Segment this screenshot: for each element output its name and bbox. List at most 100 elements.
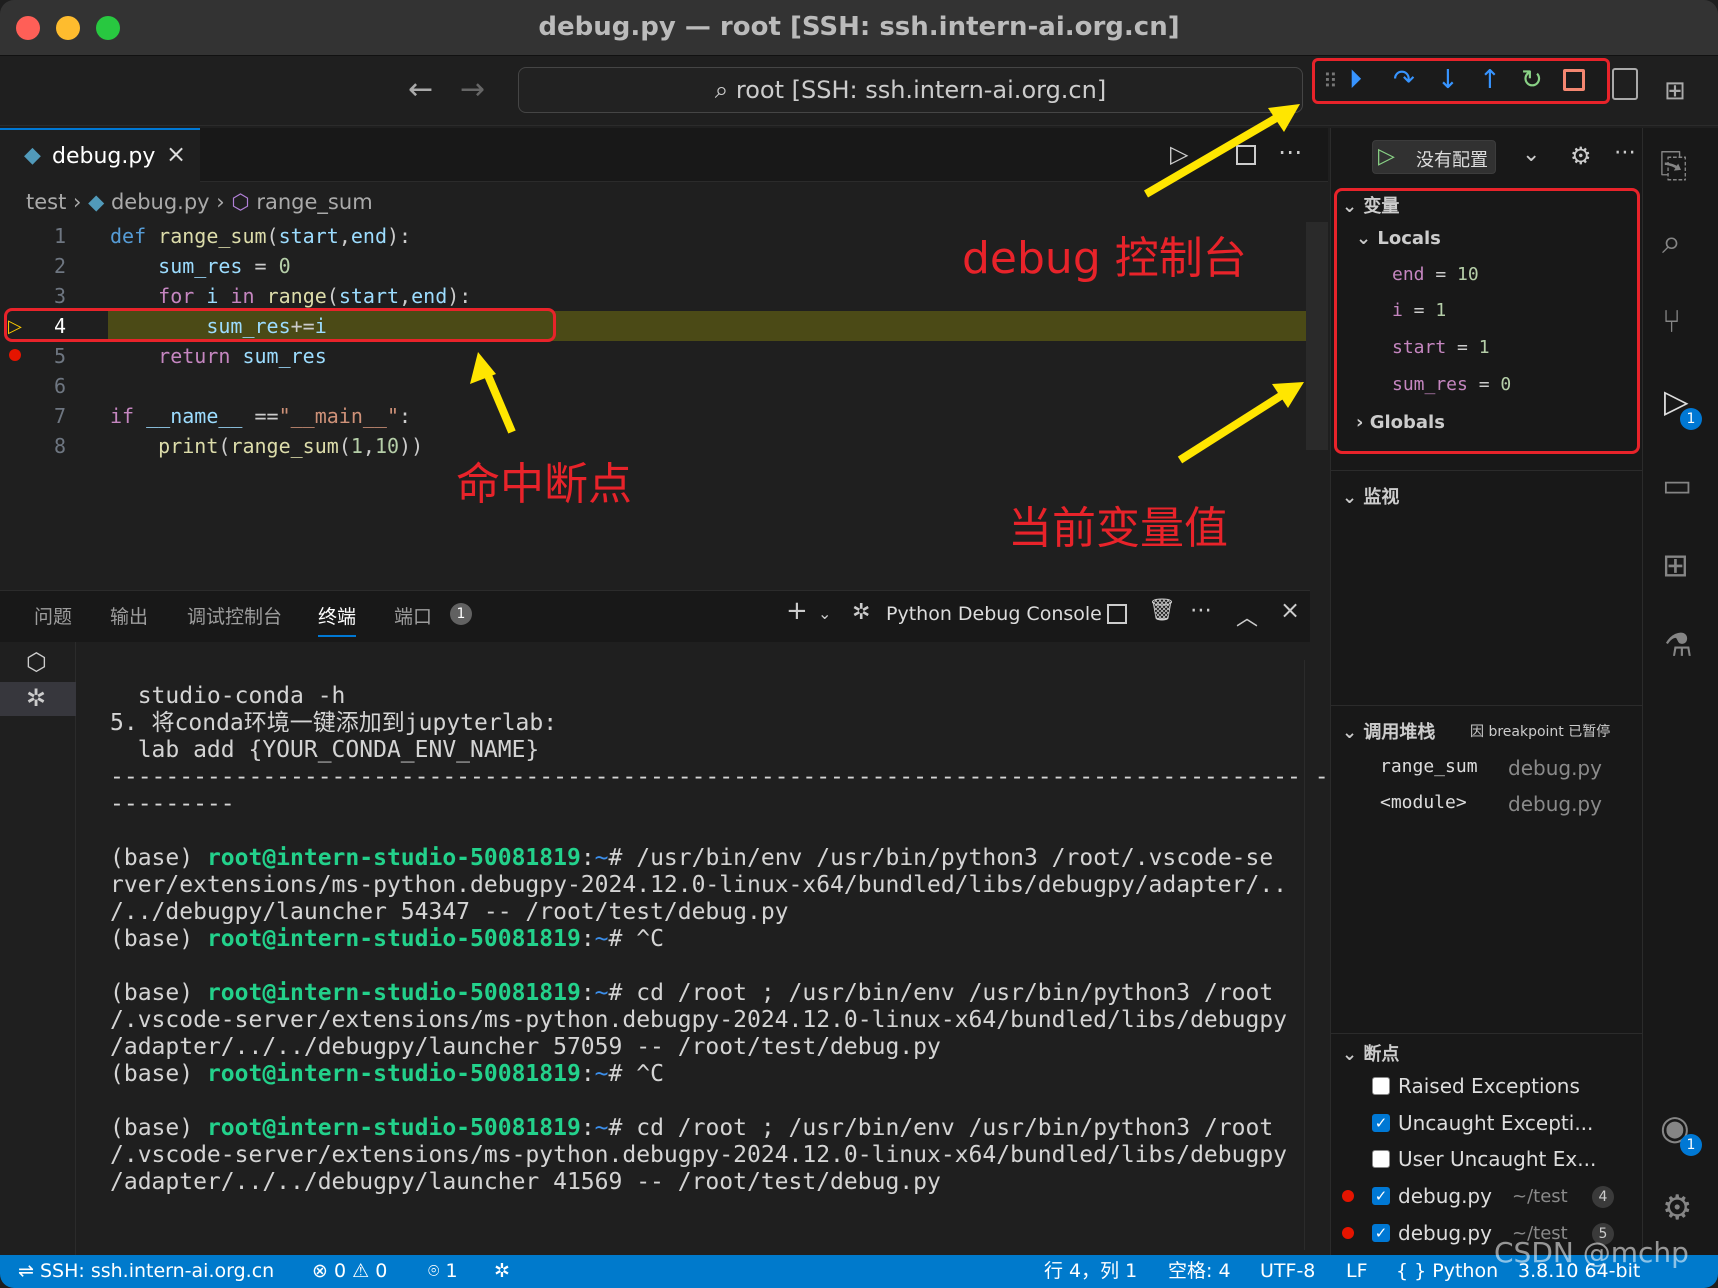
- stack-frame-file: debug.py: [1508, 756, 1602, 780]
- callstack-section-header[interactable]: ⌄ 调用堆栈: [1342, 718, 1435, 744]
- error-icon: ⊗: [312, 1260, 334, 1282]
- breakpoint-file: debug.py: [1398, 1184, 1492, 1208]
- terminal-line: 5. 将conda环境一键添加到jupyterlab:: [110, 710, 558, 736]
- terminal-line: lab add {YOUR_CONDA_ENV_NAME}: [110, 737, 540, 763]
- debug-badge: 1: [1680, 408, 1702, 430]
- chevron-down-icon: ⌄: [1342, 196, 1364, 217]
- run-config-label: 没有配置: [1416, 150, 1488, 171]
- variable-row[interactable]: i = 1: [1392, 300, 1446, 321]
- problems-indicator[interactable]: ⊗ 0 ⚠ 0: [312, 1255, 387, 1288]
- divider: [1330, 470, 1642, 471]
- terminal-scrollbar[interactable]: [1304, 660, 1318, 1250]
- variable-row[interactable]: sum_res = 0: [1392, 374, 1511, 395]
- account-badge: 1: [1680, 1134, 1702, 1156]
- terminal-line: rver/extensions/ms-python.debugpy-2024.1…: [110, 872, 1288, 898]
- tab-debug-console[interactable]: 调试控制台: [187, 602, 282, 629]
- ports-indicator[interactable]: ⌾ 1: [428, 1255, 458, 1288]
- start-debugging-icon[interactable]: ▷: [1378, 144, 1395, 169]
- language-mode[interactable]: { } Python: [1396, 1255, 1498, 1288]
- terminal-line: studio-conda -h: [110, 683, 346, 709]
- gear-icon[interactable]: ⚙: [1570, 142, 1592, 170]
- testing-flask-icon[interactable]: ⚗: [1664, 626, 1693, 664]
- terminal-line: ---------: [110, 791, 235, 817]
- breakpoint-dot-icon: [1342, 1227, 1354, 1239]
- stack-frame[interactable]: <module>: [1380, 792, 1467, 813]
- terminal-prompt-line: (base) root@intern-studio-50081819:~# cd…: [110, 980, 1274, 1006]
- chevron-right-icon: ›: [1356, 412, 1370, 433]
- terminal-line: /../debugpy/launcher 54347 -- /root/test…: [110, 899, 789, 925]
- debug-status-icon[interactable]: ✲: [494, 1255, 510, 1288]
- terminal-shell-icon[interactable]: ⬡: [26, 648, 47, 676]
- terminal-list: [0, 642, 76, 1255]
- variable-row[interactable]: start = 1: [1392, 337, 1490, 358]
- terminal-line: ----------------------------------------…: [110, 764, 1357, 790]
- locals-scope[interactable]: ⌄ Locals: [1356, 228, 1441, 249]
- extensions-icon[interactable]: ⊞: [1662, 546, 1689, 584]
- cursor-position[interactable]: 行 4，列 1: [1044, 1255, 1137, 1288]
- breakpoint-line-badge: 4: [1592, 1186, 1614, 1208]
- chevron-down-icon: ⌄: [1342, 722, 1364, 743]
- variable-row[interactable]: end = 10: [1392, 264, 1479, 285]
- line-ending[interactable]: LF: [1346, 1255, 1368, 1288]
- breakpoint-checkbox[interactable]: ✓: [1372, 1114, 1390, 1132]
- more-actions-icon[interactable]: ⋯: [1190, 598, 1212, 623]
- source-control-icon[interactable]: ⑂: [1662, 302, 1681, 340]
- encoding[interactable]: UTF-8: [1260, 1255, 1315, 1288]
- terminal-name[interactable]: Python Debug Console: [886, 603, 1102, 625]
- terminal-line: /adapter/../../debugpy/launcher 41569 --…: [110, 1169, 941, 1195]
- divider: [1330, 705, 1642, 706]
- chevron-down-icon: ⌄: [1342, 487, 1364, 508]
- trash-icon[interactable]: 🗑: [1148, 598, 1176, 623]
- tab-output[interactable]: 输出: [110, 602, 148, 629]
- breakpoint-label: Uncaught Excepti...: [1398, 1111, 1594, 1135]
- watch-section-header[interactable]: ⌄ 监视: [1342, 483, 1399, 509]
- watermark: CSDN @mchp: [1494, 1236, 1689, 1269]
- globals-scope[interactable]: › Globals: [1356, 412, 1445, 433]
- close-panel-icon[interactable]: ×: [1280, 596, 1300, 624]
- broadcast-icon: ⌾: [428, 1260, 446, 1282]
- terminal-line: /.vscode-server/extensions/ms-python.deb…: [110, 1007, 1288, 1033]
- terminal-line: /.vscode-server/extensions/ms-python.deb…: [110, 1142, 1288, 1168]
- breakpoint-label: User Uncaught Ex...: [1398, 1147, 1597, 1171]
- breakpoint-checkbox[interactable]: ✓: [1372, 1224, 1390, 1242]
- chevron-down-icon: ⌄: [1342, 1044, 1364, 1065]
- stack-frame[interactable]: range_sum: [1380, 756, 1478, 777]
- chevron-down-icon: ⌄: [1356, 228, 1378, 249]
- breakpoint-path: ~/test: [1512, 1186, 1568, 1207]
- terminal-prompt-line: (base) root@intern-studio-50081819:~# ^C: [110, 926, 664, 952]
- remote-icon: ⇌: [18, 1260, 40, 1282]
- ports-badge: 1: [450, 603, 472, 625]
- breakpoint-label: Raised Exceptions: [1398, 1074, 1580, 1098]
- settings-gear-icon[interactable]: ⚙: [1662, 1188, 1692, 1228]
- terminal-prompt-line: (base) root@intern-studio-50081819:~# ^C: [110, 1061, 664, 1087]
- debug-bug-icon: ✲: [26, 684, 47, 712]
- breakpoint-checkbox[interactable]: [1372, 1077, 1390, 1095]
- tab-ports[interactable]: 端口: [394, 602, 432, 629]
- tab-problems[interactable]: 问题: [34, 602, 72, 629]
- activity-bar: [1642, 128, 1718, 1255]
- chevron-down-icon[interactable]: ⌄: [1522, 142, 1540, 167]
- more-actions-icon[interactable]: ⋯: [1614, 140, 1636, 165]
- variables-section-header[interactable]: ⌄ 变量: [1342, 192, 1399, 218]
- breakpoint-dot-icon: [1342, 1190, 1354, 1202]
- chevron-down-icon[interactable]: ⌄: [818, 604, 831, 623]
- breakpoint-checkbox[interactable]: ✓: [1372, 1187, 1390, 1205]
- split-terminal-icon[interactable]: [1107, 604, 1127, 624]
- breakpoint-checkbox[interactable]: [1372, 1150, 1390, 1168]
- terminal-prompt-line: (base) root@intern-studio-50081819:~# /u…: [110, 845, 1274, 871]
- terminal-line: /adapter/../../debugpy/launcher 57059 --…: [110, 1034, 941, 1060]
- tab-terminal[interactable]: 终端: [318, 602, 357, 637]
- explorer-icon[interactable]: ⎘: [1660, 146, 1687, 186]
- new-terminal-icon[interactable]: +: [786, 596, 808, 626]
- remote-indicator[interactable]: ⇌ SSH: ssh.intern-ai.org.cn: [18, 1255, 274, 1288]
- indentation[interactable]: 空格: 4: [1168, 1255, 1231, 1288]
- terminal-prompt-line: (base) root@intern-studio-50081819:~# cd…: [110, 1115, 1274, 1141]
- remote-explorer-icon[interactable]: ▭: [1662, 466, 1692, 504]
- breakpoints-section-header[interactable]: ⌄ 断点: [1342, 1040, 1399, 1066]
- callstack-status: 因 breakpoint 已暂停: [1470, 724, 1611, 740]
- arrow-to-breakpoint: [470, 352, 516, 434]
- terminal-output[interactable]: studio-conda -h 5. 将conda环境一键添加到jupyterla…: [110, 656, 1357, 1250]
- maximize-panel-icon[interactable]: ︿: [1236, 600, 1258, 632]
- breakpoint-file: debug.py: [1398, 1221, 1492, 1245]
- search-icon[interactable]: ⌕: [1662, 222, 1681, 262]
